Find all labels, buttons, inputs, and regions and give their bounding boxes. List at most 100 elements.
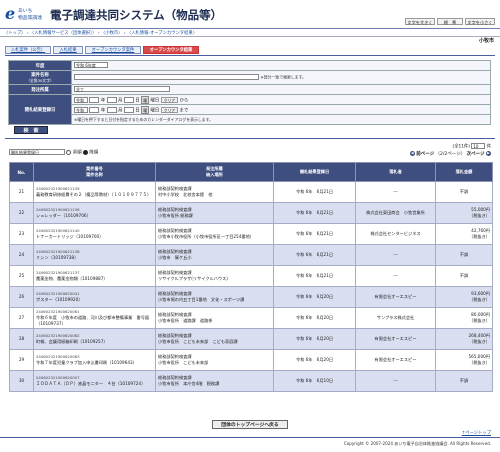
case-name-input[interactable] <box>74 74 259 81</box>
table-row: 25 240602321900621137 農薬金物、農薬金物類（10109887）… <box>9 265 493 287</box>
sort-controls: 開札結果登録日 昇順 降順 <box>9 149 98 156</box>
row-dept: 総務部契約検査課 小牧市役所 本庁舎4階 税務課 <box>155 370 274 392</box>
from-month-input[interactable] <box>106 96 117 103</box>
row-winner: 有限会社オーエスピー <box>355 328 436 350</box>
from-clear-button[interactable]: クリア <box>160 96 179 103</box>
tab-underline <box>5 55 495 56</box>
count-label: (全11件) <box>452 144 470 150</box>
amount-value: 不調 <box>459 378 469 383</box>
amount-note: （税抜き） <box>469 360 490 365</box>
font-large-button[interactable]: 文字を大きく <box>405 18 435 25</box>
prev-page-link[interactable]: 前ページ <box>416 152 434 157</box>
results-table: No. 案件番号 案件名称 発注所属 納入場所 開札結果登録日 落札者 落札金額… <box>9 162 493 392</box>
page-top-link[interactable]: ↑ページトップ <box>462 430 491 436</box>
row-winner: --- <box>355 370 436 392</box>
delivery-place: 小牧市堀の内五丁目1番地 文化・スポーツ課 <box>158 297 245 302</box>
delivery-place: 小牧市役所 道路課 道路係 <box>158 318 213 323</box>
from-day-unit: 日 <box>135 98 140 103</box>
row-case: 240602321900621137 農薬金物、農薬金物類（10109887） <box>33 265 156 287</box>
case-name-link[interactable]: 農薬金物、農薬金物類（10109887） <box>36 276 153 282</box>
case-name-link[interactable]: 町報、会議用紙箱印刷（10109257） <box>36 339 153 345</box>
from-day-input[interactable] <box>123 96 134 103</box>
tab-open-counter-cases[interactable]: オープンカウンタ案件 <box>85 46 141 54</box>
sort-field-select[interactable]: 開札結果登録日 <box>9 149 65 155</box>
row-no: 22 <box>9 202 34 224</box>
table-row: 27 240602321900620061 令和６年度 小牧市の道路、河川及び都市整… <box>9 307 493 329</box>
row-no: 29 <box>9 349 34 371</box>
case-name-link[interactable]: ＩＯＤＡＴＡ（ＤＰ）液晶モニター ４台（10109724） <box>36 381 153 387</box>
table-row: 21 240602321900621139 義務教育研修経費その２（備品等教材）（１… <box>9 181 493 203</box>
row-amount: 80,000円 （税抜き） <box>435 307 493 329</box>
case-name-link[interactable]: 令和７年度児童クラブ加入申込書印刷（10109643） <box>36 360 153 366</box>
date-label: 開札結果登録日 <box>8 94 72 125</box>
tab-open-counter-results[interactable]: オープンカウンタ結果 <box>143 46 199 54</box>
case-name-note: ※部分一致で検索します。 <box>260 74 307 80</box>
col-dept: 発注所属 納入場所 <box>155 162 274 182</box>
delivery-place: 小牧市役所 こども未来部 <box>158 360 209 365</box>
next-arrow-icon: ▶ <box>486 151 491 156</box>
from-era-select[interactable]: 令和 <box>74 96 88 103</box>
row-dept: 総務部契約検査課 小牧市役所 総務課 <box>155 202 274 224</box>
header: e あいち 物品等調達 電子調達共同システム（物品等） 文字を大きく 標 準 文… <box>0 0 500 27</box>
logo[interactable]: e あいち 物品等調達 <box>5 5 47 22</box>
to-suffix: まで <box>179 108 189 113</box>
case-name-link[interactable]: ミシン（10109738） <box>36 255 153 261</box>
row-date: 令和 6年 6月21日 <box>273 181 356 203</box>
case-name-link[interactable]: トナーカートリッジ（10109700） <box>36 234 153 240</box>
amount-note: （税抜き） <box>469 213 490 218</box>
sort-asc-label: 昇順 <box>72 150 82 156</box>
next-page-link[interactable]: 次ページ <box>467 152 485 157</box>
back-to-top-page-button[interactable]: 団体のトップページへ戻る <box>212 420 288 429</box>
sort-asc-radio[interactable] <box>66 149 72 155</box>
search-button[interactable]: 検 索 <box>14 126 48 134</box>
breadcrumb[interactable]: 〈トップ〉 › 〈入札情報サービス（団体選択）〉 › 〈小牧市〉 › 〈入札情報… <box>4 30 197 36</box>
to-year-input[interactable] <box>89 106 100 113</box>
logo-mark: e <box>5 4 16 23</box>
case-name-link[interactable]: 義務教育研修経費その２（備品等教材）（１０１０９７７５） <box>36 192 153 198</box>
logo-line1: あいち <box>18 9 33 14</box>
col-case: 案件番号 案件名称 <box>33 162 156 182</box>
table-row: 26 240602321900620041 ポスター（10109920） 総務部契約検… <box>9 286 493 308</box>
from-weekday: 曜日 <box>150 98 160 103</box>
case-name-link[interactable]: シュレッダー（10109706） <box>36 213 153 219</box>
to-month-input[interactable] <box>106 106 117 113</box>
col-no: No. <box>9 162 34 182</box>
page-indicator: （2/2ページ） <box>435 152 466 157</box>
from-calendar-icon[interactable]: 曜 <box>141 95 150 104</box>
delivery-place: 小牧市 篠ケ丘小 <box>158 255 192 260</box>
tab-bid-results[interactable]: 入札結果 <box>53 46 83 54</box>
table-row: 28 240602321900620062 町報、会議用紙箱印刷（10109257）… <box>9 328 493 350</box>
logo-line2: 物品等調達 <box>18 16 42 21</box>
to-clear-button[interactable]: クリア <box>160 106 179 113</box>
to-day-input[interactable] <box>123 106 134 113</box>
font-standard-button[interactable]: 標 準 <box>437 18 463 25</box>
to-era-select[interactable]: 令和 <box>74 106 88 113</box>
row-winner: サンプラス株式会社 <box>355 307 436 329</box>
case-name-link[interactable]: 令和６年度 小牧市の道路、河川及び都市整備事業 番号図（10109737） <box>36 315 153 327</box>
row-winner: --- <box>355 244 436 266</box>
row-date: 令和 6年 6月21日 <box>273 202 356 224</box>
delivery-place: 小牧市役所 こども未来部 こども家庭課 <box>158 339 238 344</box>
case-name-link[interactable]: ポスター（10109920） <box>36 297 153 303</box>
city-name: 小牧市 <box>478 38 494 44</box>
row-case: 240602321900621138 ミシン（10109738） <box>33 244 156 266</box>
dept-select[interactable]: 全て <box>74 86 170 93</box>
per-page-select[interactable]: 10 <box>471 143 486 149</box>
year-select[interactable]: 令和 6年度 <box>74 62 108 69</box>
row-case: 240602321900621136 シュレッダー（10109706） <box>33 202 156 224</box>
row-dept: 総務部契約検査課 小牧市小牧市役所（小牧市役所区一丁目254番地） <box>155 223 274 245</box>
separator <box>5 138 495 139</box>
system-title: 電子調達共同システム（物品等） <box>50 8 223 22</box>
amount-value: 不調 <box>459 252 469 257</box>
to-calendar-icon[interactable]: 曜 <box>141 105 150 114</box>
row-amount: 268,400円 （税抜き） <box>435 328 493 350</box>
per-page-unit: 件 <box>486 144 491 150</box>
tab-bid-notices[interactable]: 入札案件（公告） <box>5 46 51 54</box>
font-small-button[interactable]: 文字を小さく <box>465 18 495 25</box>
from-year-input[interactable] <box>89 96 100 103</box>
from-year-unit: 年 <box>100 98 106 103</box>
sort-desc-radio[interactable] <box>83 149 89 155</box>
table-row: 23 240602321900621140 トナーカートリッジ（10109700）総… <box>9 223 493 245</box>
row-date: 令和 6年 6月20日 <box>273 286 356 308</box>
table-row: 24 240602321900621138 ミシン（10109738） 総務部契約検査… <box>9 244 493 266</box>
